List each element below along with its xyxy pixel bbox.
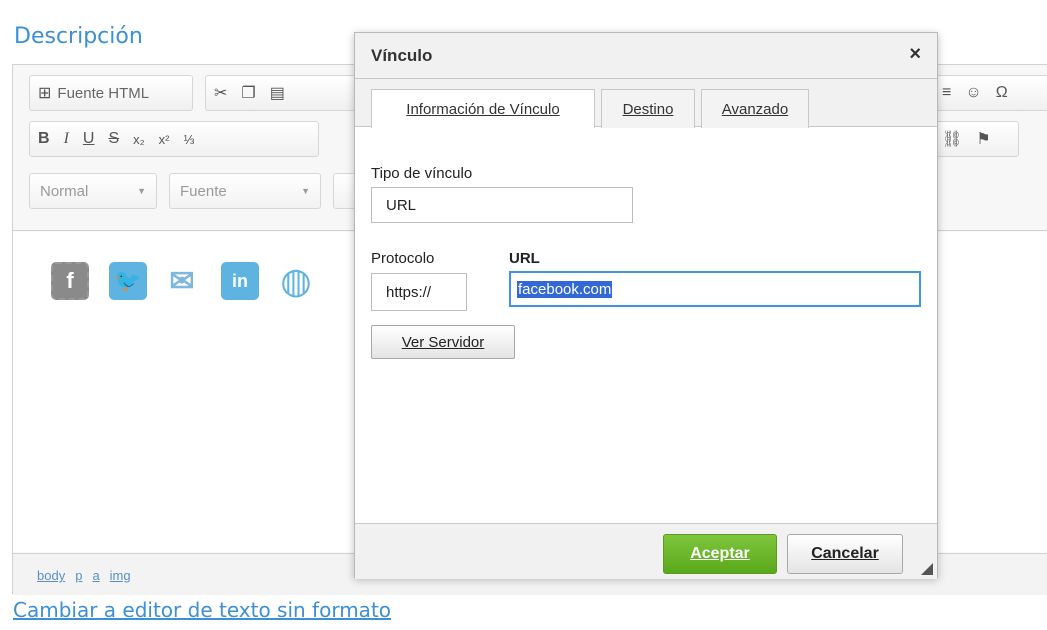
source-button[interactable]: ⊞ Fuente HTML <box>29 75 193 111</box>
path-img[interactable]: img <box>110 568 131 583</box>
close-icon[interactable]: × <box>909 43 921 66</box>
dialog-tabs: Información de Vínculo Destino Avanzado <box>355 79 937 128</box>
font-value: Fuente <box>180 182 227 200</box>
insert-group: ≡ ☺ Ω <box>933 75 1047 111</box>
url-input[interactable]: facebook.com <box>509 271 921 307</box>
basic-styles-group: B I U S x₂ x² ⅓ <box>29 121 319 157</box>
browse-server-label: Ver Servidor <box>401 333 485 351</box>
tab-target[interactable]: Destino <box>601 89 695 128</box>
align-icon[interactable]: ≡ <box>942 84 951 102</box>
cut-icon[interactable]: ✂ <box>214 83 227 103</box>
browse-server-button[interactable]: Ver Servidor <box>371 325 515 359</box>
tab-advanced[interactable]: Avanzado <box>701 89 809 128</box>
tab-label: Avanzado <box>721 100 789 118</box>
facebook-icon[interactable]: f <box>51 262 89 300</box>
element-path: body p a img <box>37 568 131 583</box>
ok-label: Aceptar <box>690 545 750 562</box>
source-icon: ⊞ <box>38 85 52 102</box>
chevron-down-icon: ▼ <box>301 186 310 196</box>
resize-handle-icon[interactable] <box>921 563 933 575</box>
bold-icon[interactable]: B <box>38 130 50 148</box>
section-title: Descripción <box>14 24 143 49</box>
linkedin-icon[interactable]: in <box>221 262 259 300</box>
smiley-icon[interactable]: ☺ <box>965 84 981 102</box>
anchor-group: ⛓ ⚑ <box>933 121 1019 157</box>
protocol-value: https:// <box>386 283 432 301</box>
mail-icon[interactable]: ✉ <box>163 262 201 300</box>
ok-button[interactable]: Aceptar <box>663 534 777 574</box>
url-value: facebook.com <box>517 280 613 298</box>
dialog-title: Vínculo <box>371 46 433 65</box>
dialog-footer: Aceptar Cancelar <box>355 523 937 579</box>
copy-icon[interactable]: ❐ <box>241 83 255 103</box>
path-body[interactable]: body <box>37 568 65 583</box>
cancel-label: Cancelar <box>811 545 879 562</box>
format-combo[interactable]: Normal ▼ <box>29 173 157 209</box>
source-label: Fuente HTML <box>57 84 150 102</box>
tab-label: Destino <box>622 100 674 118</box>
link-type-label: Tipo de vínculo <box>371 165 473 182</box>
italic-icon[interactable]: I <box>64 130 69 148</box>
cancel-button[interactable]: Cancelar <box>787 534 903 574</box>
special-char-icon[interactable]: Ω <box>996 84 1008 102</box>
link-type-select[interactable]: URL <box>371 187 633 223</box>
protocol-label: Protocolo <box>371 250 435 267</box>
anchor-flag-icon[interactable]: ⚑ <box>976 129 990 149</box>
underline-icon[interactable]: U <box>83 130 95 148</box>
dialog-header[interactable]: Vínculo × <box>355 33 937 79</box>
protocol-select[interactable]: https:// <box>371 273 467 311</box>
twitter-icon[interactable]: 🐦 <box>109 262 147 300</box>
paste-icon[interactable]: ▤ <box>270 83 285 103</box>
url-label: URL <box>509 250 540 267</box>
clipboard-group: ✂ ❐ ▤ <box>205 75 365 111</box>
font-combo[interactable]: Fuente ▼ <box>169 173 321 209</box>
switch-plain-editor-link[interactable]: Cambiar a editor de texto sin formato <box>13 598 391 622</box>
strike-icon[interactable]: S <box>108 130 119 148</box>
tab-label: Información de Vínculo <box>406 100 560 118</box>
subscript-icon[interactable]: x₂ <box>133 132 145 147</box>
numbered-list-icon[interactable]: ⅓ <box>184 132 195 147</box>
unlink-icon[interactable]: ⛓ <box>942 129 962 149</box>
superscript-icon[interactable]: x² <box>159 132 170 147</box>
path-a[interactable]: a <box>92 568 99 583</box>
tab-link-info[interactable]: Información de Vínculo <box>371 89 595 128</box>
link-dialog: Vínculo × Información de Vínculo Destino… <box>354 32 938 579</box>
path-p[interactable]: p <box>75 568 82 583</box>
format-value: Normal <box>40 182 89 200</box>
chevron-down-icon: ▼ <box>137 186 146 196</box>
globe-icon[interactable]: ◍ <box>277 260 315 301</box>
link-type-value: URL <box>386 196 417 214</box>
